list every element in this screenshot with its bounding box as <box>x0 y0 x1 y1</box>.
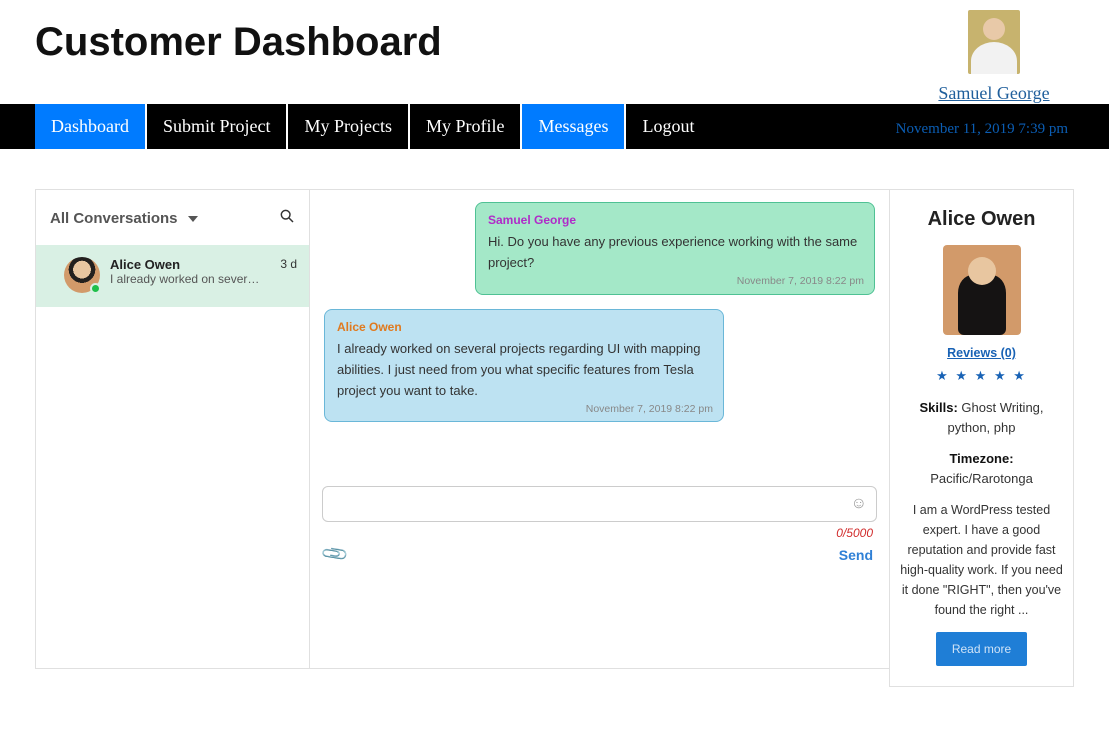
conversation-avatar <box>64 257 100 293</box>
skills-label: Skills: <box>919 400 957 415</box>
timezone-field: Timezone: Pacific/Rarotonga <box>900 449 1063 488</box>
page-title: Customer Dashboard <box>35 20 914 65</box>
nav-logout[interactable]: Logout <box>626 104 710 149</box>
navbar: Dashboard Submit Project My Projects My … <box>0 104 1109 149</box>
message-sender: Alice Owen <box>337 318 711 337</box>
current-datetime: November 11, 2019 7:39 pm <box>896 115 1074 138</box>
chevron-down-icon <box>188 216 198 222</box>
send-button[interactable]: Send <box>835 544 877 565</box>
nav-my-projects[interactable]: My Projects <box>288 104 410 149</box>
conversations-filter-label: All Conversations <box>50 210 178 227</box>
message-outgoing: Samuel George Hi. Do you have any previo… <box>475 202 875 295</box>
star-rating-icon: ★ ★ ★ ★ ★ <box>900 368 1063 384</box>
attachment-icon[interactable]: 📎 <box>320 540 351 570</box>
character-counter: 0/5000 <box>836 526 873 540</box>
conversations-filter-dropdown[interactable]: All Conversations <box>50 210 279 227</box>
skills-field: Skills: Ghost Writing, python, php <box>900 398 1063 437</box>
message-sender: Samuel George <box>488 211 862 230</box>
message-text: Hi. Do you have any previous experience … <box>488 232 862 274</box>
conversation-preview: I already worked on sever… <box>110 272 260 286</box>
read-more-button[interactable]: Read more <box>936 632 1027 666</box>
message-incoming: Alice Owen I already worked on several p… <box>324 309 724 423</box>
emoji-icon[interactable]: ☺ <box>851 496 867 512</box>
nav-my-profile[interactable]: My Profile <box>410 104 523 149</box>
reviews-link[interactable]: Reviews (0) <box>900 346 1063 360</box>
contact-avatar-icon[interactable] <box>943 245 1021 335</box>
message-input[interactable] <box>322 486 877 522</box>
nav-submit-project[interactable]: Submit Project <box>147 104 289 149</box>
conversation-name: Alice Owen <box>110 257 280 272</box>
online-status-icon <box>90 283 101 294</box>
conversation-item[interactable]: Alice Owen I already worked on sever… 3 … <box>36 245 309 307</box>
current-user-block: Samuel George <box>914 10 1074 104</box>
skills-value: Ghost Writing, python, php <box>948 400 1044 435</box>
message-text: I already worked on several projects reg… <box>337 339 711 401</box>
current-user-link[interactable]: Samuel George <box>914 83 1074 104</box>
contact-profile-panel: Alice Owen Reviews (0) ★ ★ ★ ★ ★ Skills:… <box>889 189 1074 687</box>
conversations-panel: All Conversations Alice Owen I already w… <box>35 189 310 669</box>
conversation-age: 3 d <box>280 257 297 293</box>
message-timestamp: November 7, 2019 8:22 pm <box>737 273 864 290</box>
contact-bio: I am a WordPress tested expert. I have a… <box>900 500 1063 620</box>
user-avatar-icon[interactable] <box>968 10 1020 74</box>
nav-dashboard[interactable]: Dashboard <box>35 104 147 149</box>
timezone-label: Timezone: <box>949 451 1013 466</box>
nav-messages[interactable]: Messages <box>522 104 626 149</box>
search-icon[interactable] <box>279 208 295 229</box>
timezone-value: Pacific/Rarotonga <box>930 471 1033 486</box>
message-timestamp: November 7, 2019 8:22 pm <box>586 401 713 418</box>
chat-panel: Samuel George Hi. Do you have any previo… <box>310 189 889 669</box>
contact-name: Alice Owen <box>900 208 1063 231</box>
